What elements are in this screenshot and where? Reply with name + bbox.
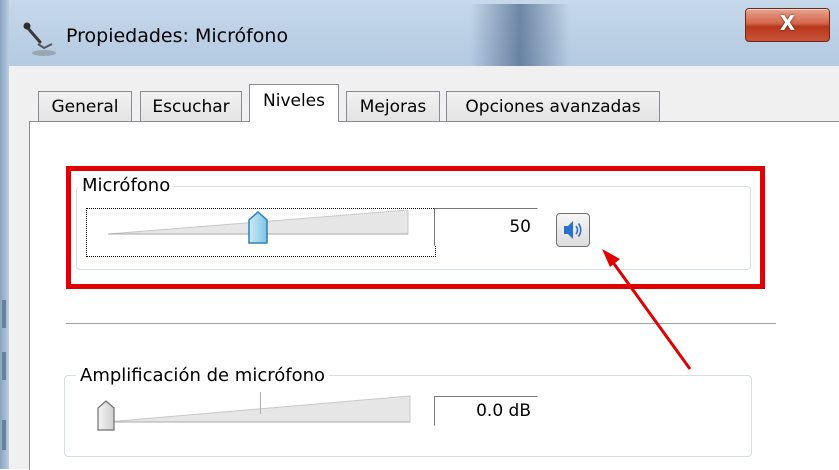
edge-mark	[2, 352, 6, 380]
tab-niveles[interactable]: Niveles	[249, 84, 339, 122]
edge-mark	[2, 300, 6, 328]
edge-mark	[2, 420, 6, 450]
tab-general[interactable]: General	[38, 91, 132, 121]
boost-slider-thumb[interactable]	[97, 400, 115, 432]
boost-slider-track[interactable]	[106, 394, 412, 428]
properties-window: Propiedades: Micrófono X General Escucha…	[0, 0, 839, 470]
tab-escuchar[interactable]: Escuchar	[140, 91, 242, 121]
title-glare	[470, 4, 570, 66]
close-button[interactable]: X	[745, 8, 830, 42]
window-title: Propiedades: Micrófono	[66, 25, 289, 47]
annotation-arrow	[602, 249, 692, 370]
boost-slider-tick	[260, 392, 261, 414]
tab-mejoras[interactable]: Mejoras	[346, 91, 440, 121]
boost-level-value[interactable]: 0.0 dB	[434, 396, 538, 426]
boost-group-label: Amplificación de micrófono	[76, 365, 330, 386]
tab-opciones-avanzadas[interactable]: Opciones avanzadas	[446, 91, 660, 121]
close-icon: X	[779, 11, 796, 35]
title-bar[interactable]: Propiedades: Micrófono X	[0, 0, 839, 76]
microphone-icon	[23, 22, 56, 56]
